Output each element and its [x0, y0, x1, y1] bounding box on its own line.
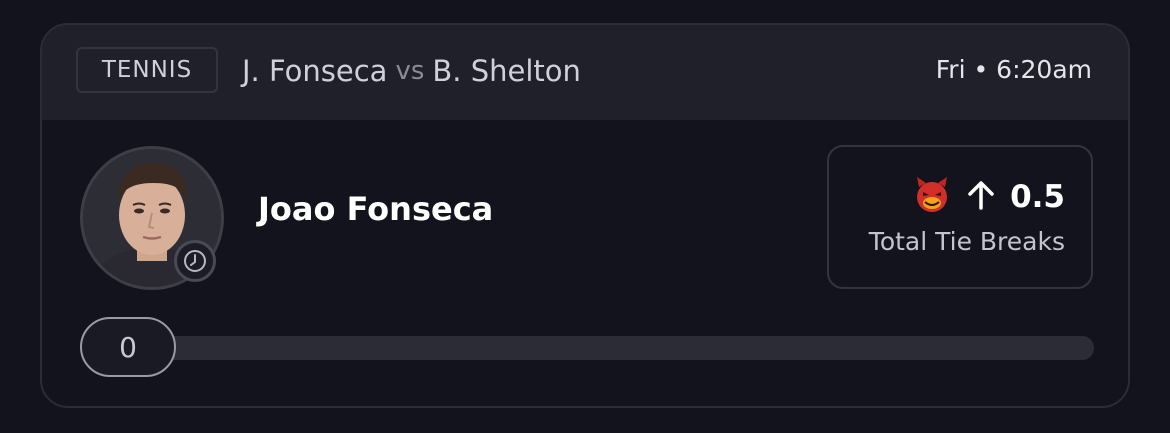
card-header: TENNIS J. Fonseca vs B. Shelton Fri • 6:…: [42, 25, 1128, 120]
prop-stat-label: Total Tie Breaks: [868, 227, 1065, 256]
progress-counter: 0: [80, 317, 176, 377]
start-time: Fri • 6:20am: [935, 55, 1092, 84]
player2-name: B. Shelton: [432, 54, 581, 88]
prop-line-value: 0.5: [1010, 179, 1065, 215]
vs-label: vs: [395, 56, 425, 86]
prop-line: 0.5: [912, 175, 1065, 219]
sport-badge: TENNIS: [76, 47, 218, 93]
devil-emoji-icon: [912, 175, 952, 219]
clock-icon: [174, 240, 216, 282]
matchup: J. Fonseca vs B. Shelton: [242, 50, 581, 92]
player-name: Joao Fonseca: [258, 190, 494, 228]
player1-name: J. Fonseca: [242, 54, 388, 88]
pick-card[interactable]: TENNIS J. Fonseca vs B. Shelton Fri • 6:…: [40, 23, 1130, 408]
prop-box[interactable]: 0.5 Total Tie Breaks: [827, 145, 1093, 289]
arrow-up-icon: [966, 179, 996, 215]
progress-track: [80, 336, 1094, 360]
avatar-wrap[interactable]: [80, 146, 224, 290]
